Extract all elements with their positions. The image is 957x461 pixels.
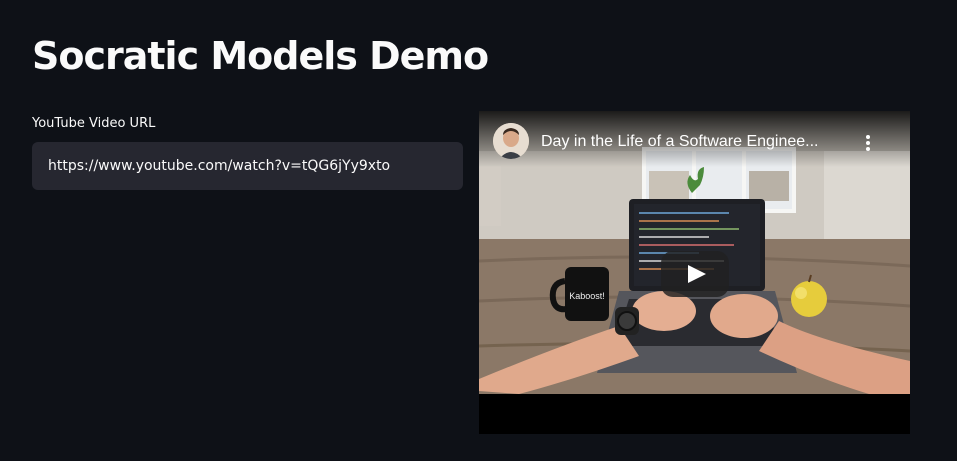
url-field-label: YouTube Video URL xyxy=(32,116,156,131)
page-title: Socratic Models Demo xyxy=(32,34,489,78)
app-page: Socratic Models Demo YouTube Video URL h… xyxy=(0,0,957,461)
youtube-video-player[interactable]: Kaboost! Day in the Life of a Software E… xyxy=(479,111,910,434)
play-icon xyxy=(688,265,706,283)
youtube-url-input[interactable] xyxy=(32,142,463,190)
more-vertical-icon[interactable] xyxy=(863,133,873,153)
avatar-icon xyxy=(493,123,529,159)
channel-avatar[interactable] xyxy=(493,123,529,159)
mug-text: Kaboost! xyxy=(569,291,605,301)
play-button[interactable] xyxy=(661,251,729,297)
video-title[interactable]: Day in the Life of a Software Enginee... xyxy=(541,133,819,151)
